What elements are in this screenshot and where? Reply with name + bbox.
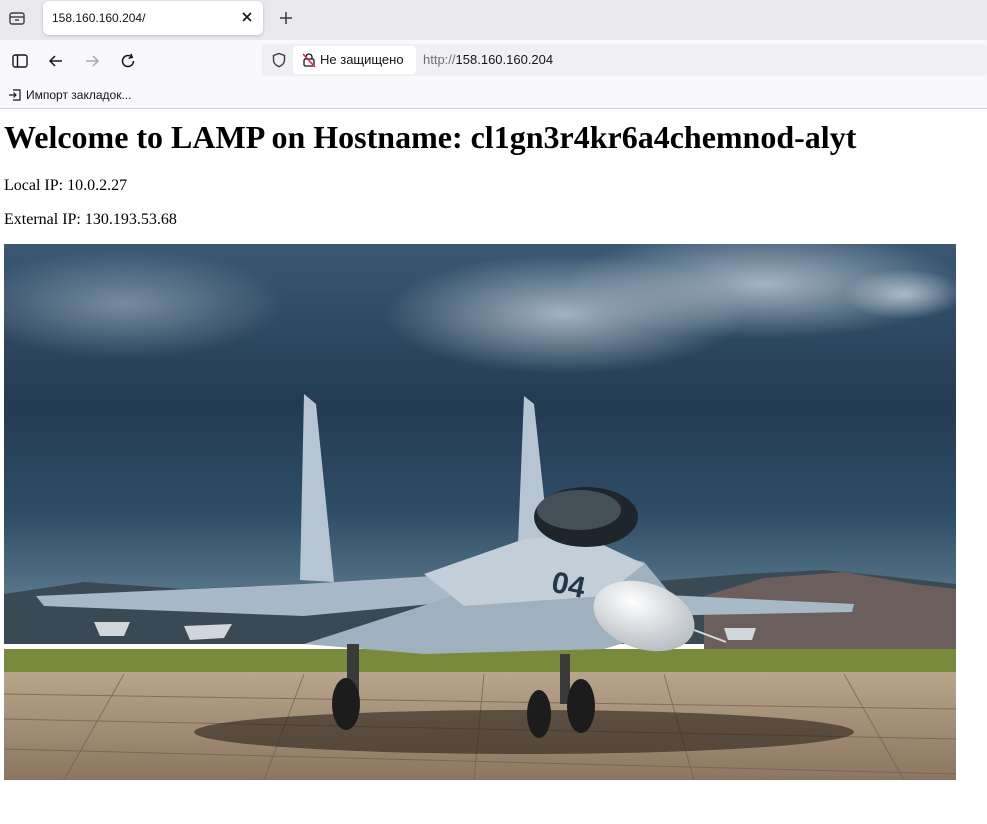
browser-chrome: 158.160.160.204/ Не защищено http://158.… [0, 0, 987, 109]
shield-icon [272, 52, 286, 68]
tab-list-icon [9, 12, 25, 25]
security-label: Не защищено [320, 52, 404, 67]
tab-title: 158.160.160.204/ [52, 11, 146, 25]
back-button[interactable] [44, 49, 68, 73]
forward-arrow-icon [86, 55, 100, 67]
url-protocol: http:// [423, 52, 456, 67]
url-host: 158.160.160.204 [455, 52, 554, 67]
new-tab-button[interactable] [274, 6, 298, 30]
tracking-protection-button[interactable] [268, 49, 290, 71]
svg-text:04: 04 [549, 566, 589, 605]
address-bar[interactable]: Не защищено http://158.160.160.204 [262, 44, 987, 76]
bookmark-import[interactable]: Импорт закладок... [8, 86, 131, 104]
security-indicator[interactable]: Не защищено [293, 46, 416, 74]
sidebar-icon [12, 54, 28, 68]
import-icon [9, 89, 21, 101]
tab-close-button[interactable] [237, 7, 257, 27]
local-ip-text: Local IP: 10.0.2.27 [4, 177, 128, 194]
close-icon [242, 12, 252, 22]
tab-bar: 158.160.160.204/ [0, 0, 987, 40]
navigation-toolbar: Не защищено http://158.160.160.204 [0, 40, 987, 80]
page-heading: Welcome to LAMP on Hostname: cl1gn3r4kr6… [4, 119, 857, 155]
active-tab[interactable]: 158.160.160.204/ [43, 1, 263, 35]
external-ip-text: External IP: 130.193.53.68 [4, 211, 177, 228]
jet-shadow [194, 710, 854, 754]
tab-list-button[interactable] [4, 5, 30, 31]
reload-icon [121, 53, 135, 68]
bookmark-label: Импорт закладок... [26, 88, 132, 102]
jet-photo-svg: 04 [4, 244, 956, 780]
reload-button[interactable] [116, 49, 140, 73]
plus-icon [280, 12, 292, 24]
insecure-lock-icon [302, 53, 316, 68]
jet-photo: 04 [4, 244, 956, 780]
forward-button[interactable] [80, 49, 104, 73]
sidebar-toggle-button[interactable] [8, 49, 32, 73]
url-text[interactable]: http://158.160.160.204 [423, 52, 553, 67]
back-arrow-icon [48, 55, 62, 67]
web-page: Welcome to LAMP on Hostname: cl1gn3r4kr6… [0, 109, 987, 824]
bookmarks-toolbar: Импорт закладок... [0, 80, 987, 109]
